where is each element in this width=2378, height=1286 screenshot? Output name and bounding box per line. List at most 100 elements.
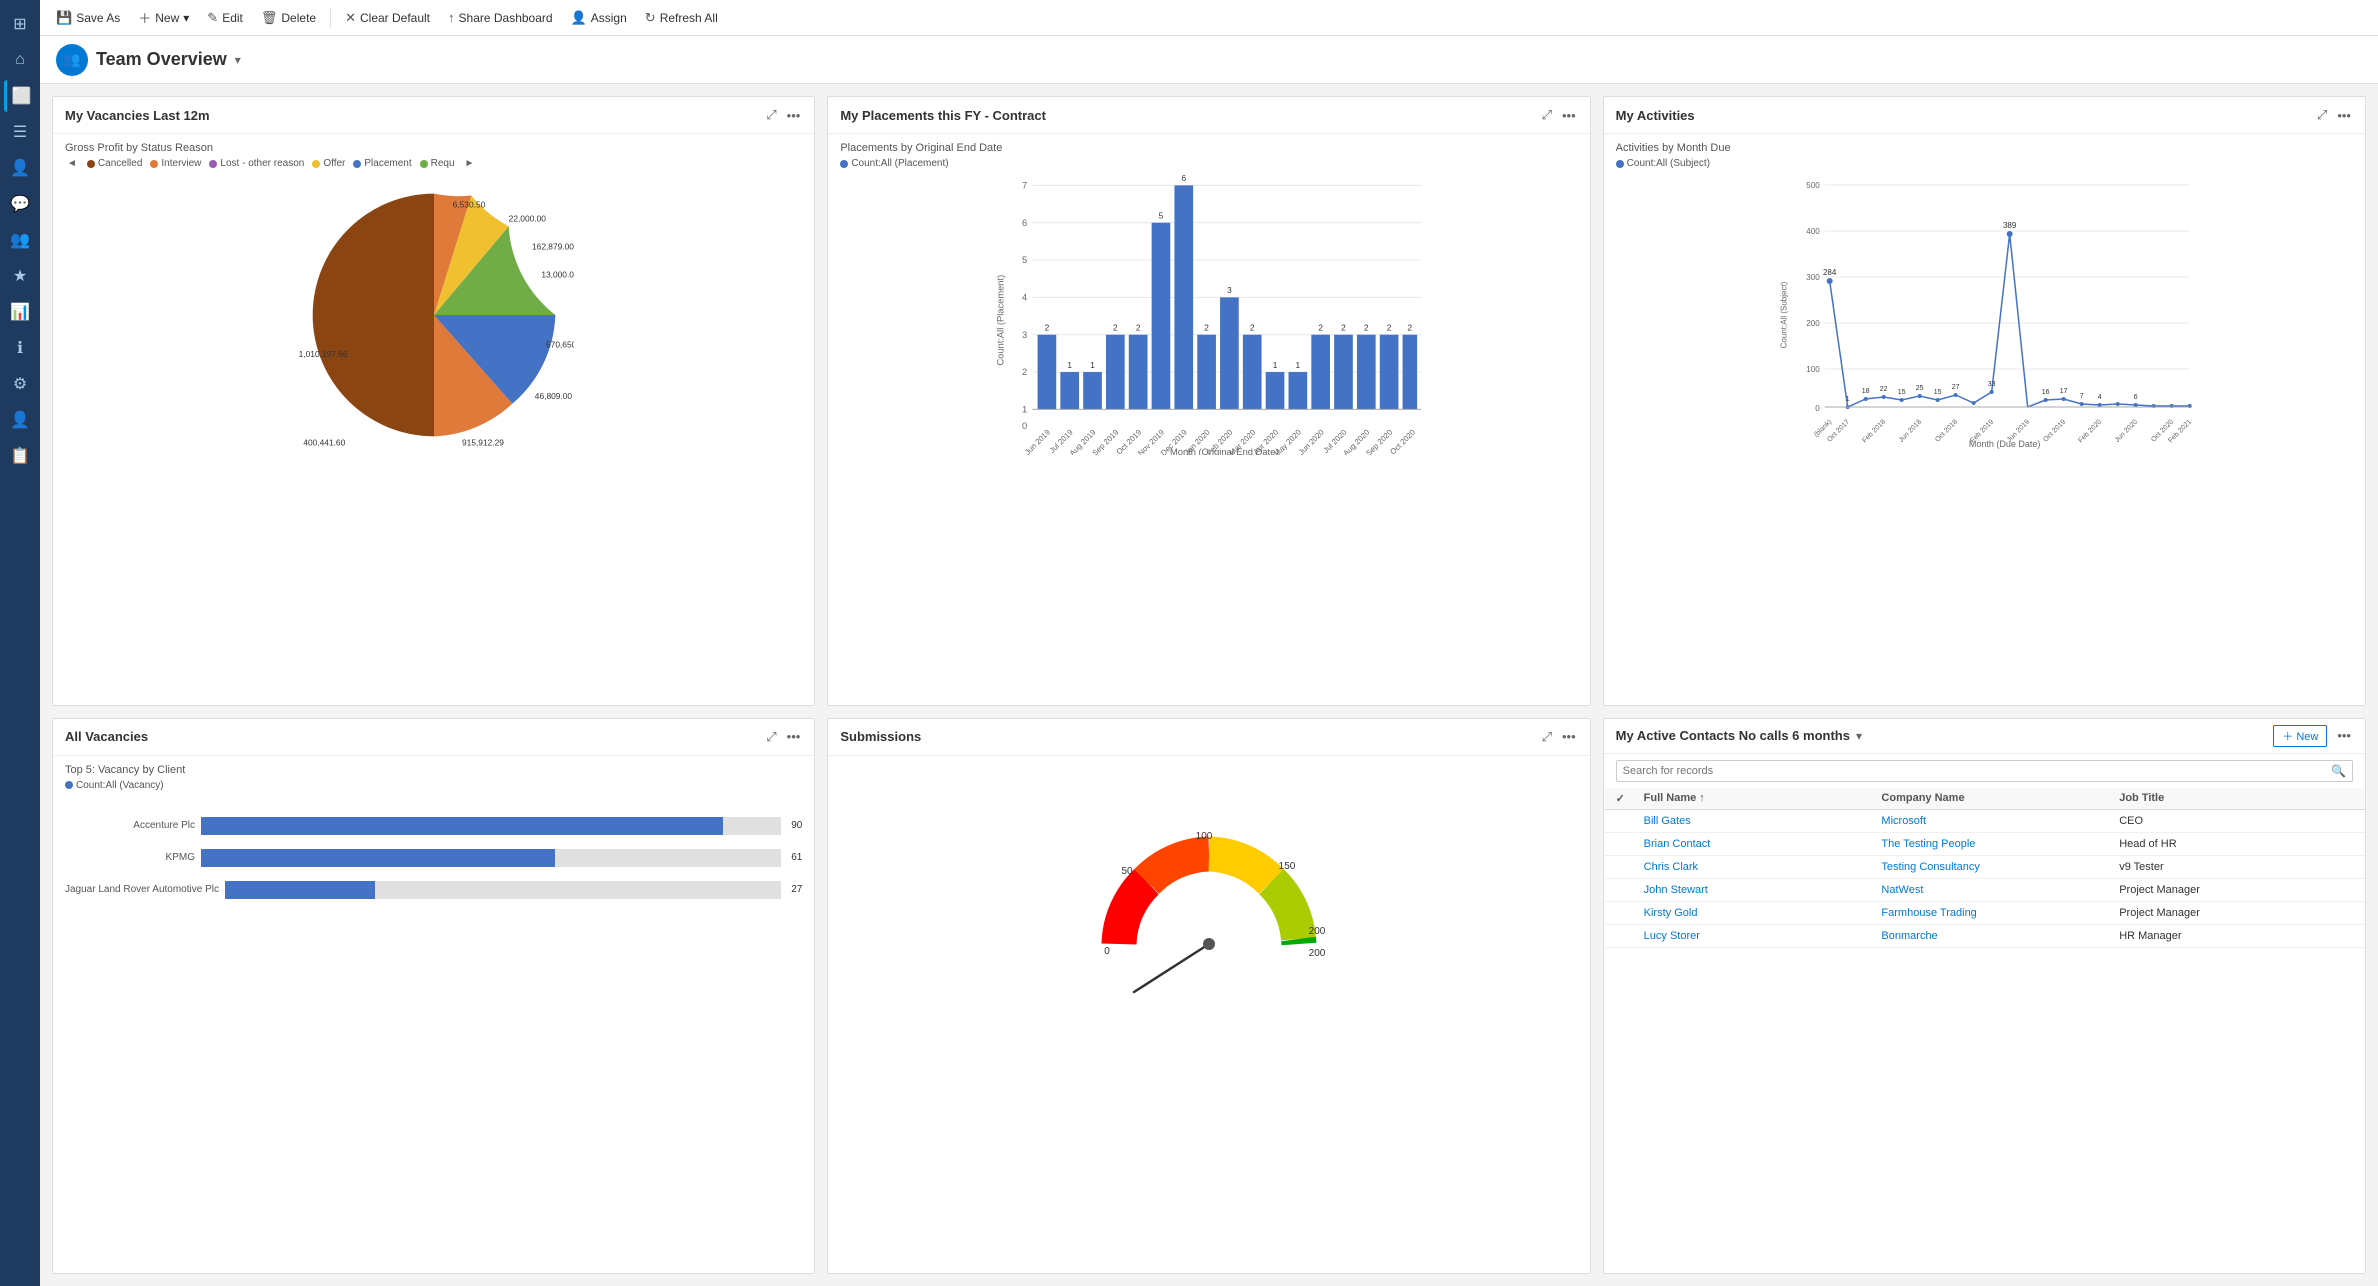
point-dec2019[interactable] bbox=[2079, 402, 2083, 406]
delete-button[interactable]: 🗑 Delete bbox=[253, 6, 324, 30]
sidebar-icon-chat[interactable]: 💬 bbox=[4, 188, 36, 220]
table-row[interactable]: Kirsty Gold Farmhouse Trading Project Ma… bbox=[1604, 902, 2365, 925]
sidebar-icon-reports[interactable]: 📋 bbox=[4, 440, 36, 472]
pie-label-4: 13,000.00 bbox=[541, 270, 574, 280]
sidebar-icon-chart[interactable]: 📊 bbox=[4, 296, 36, 328]
contacts-title-dropdown[interactable]: ▾ bbox=[1856, 729, 1862, 743]
widget-submissions-menu[interactable]: ••• bbox=[1560, 727, 1578, 746]
point-blank[interactable] bbox=[1826, 278, 1832, 284]
bar-nov2019[interactable] bbox=[1152, 223, 1171, 410]
point-aug2018[interactable] bbox=[1935, 398, 1939, 402]
point-apr2020[interactable] bbox=[2115, 402, 2119, 406]
contact-company-6[interactable]: Bonmarche bbox=[1881, 930, 2115, 942]
bar-jun2019[interactable] bbox=[1038, 335, 1057, 410]
widget-submissions-expand[interactable]: ⤢ bbox=[1540, 727, 1554, 747]
widget-all-vacancies-menu[interactable]: ••• bbox=[785, 727, 803, 746]
contact-company-4[interactable]: NatWest bbox=[1881, 884, 2115, 896]
widget-vacancies-menu[interactable]: ••• bbox=[785, 106, 803, 125]
save-as-button[interactable]: 💾 Save As bbox=[48, 6, 128, 30]
table-row[interactable]: John Stewart NatWest Project Manager bbox=[1604, 879, 2365, 902]
point-oct2019[interactable] bbox=[2061, 397, 2065, 401]
chart-legend-vacancies: ◄ Cancelled Interview Lost - other reaso… bbox=[65, 158, 802, 169]
legend-prev[interactable]: ◄ bbox=[65, 158, 79, 169]
sidebar-icon-home[interactable]: ⌂ bbox=[4, 44, 36, 76]
contact-company-2[interactable]: The Testing People bbox=[1881, 838, 2115, 850]
widget-activities-menu[interactable]: ••• bbox=[2335, 106, 2353, 125]
sidebar-icon-contacts[interactable]: 👤 bbox=[4, 152, 36, 184]
bar-jun2020[interactable] bbox=[1312, 335, 1331, 410]
bar-feb2020[interactable] bbox=[1220, 297, 1239, 409]
bar-apr2020[interactable] bbox=[1266, 372, 1285, 409]
contact-name-6[interactable]: Lucy Storer bbox=[1644, 930, 1878, 942]
contacts-menu[interactable]: ••• bbox=[2335, 726, 2353, 745]
sidebar-icon-list[interactable]: ☰ bbox=[4, 116, 36, 148]
point-apr2019[interactable] bbox=[2006, 231, 2012, 237]
sidebar-icon-dashboard[interactable]: ⬜ bbox=[4, 80, 36, 112]
contacts-search-input[interactable] bbox=[1623, 765, 2327, 777]
bar-sep2020[interactable] bbox=[1380, 335, 1399, 410]
bar-dec2019[interactable] bbox=[1175, 185, 1194, 409]
contact-company-5[interactable]: Farmhouse Trading bbox=[1881, 907, 2115, 919]
share-dashboard-button[interactable]: ↑ Share Dashboard bbox=[440, 6, 561, 29]
bar-jan2020[interactable] bbox=[1198, 335, 1217, 410]
table-header-jobtitle[interactable]: Job Title bbox=[2119, 792, 2353, 805]
contact-name-2[interactable]: Brian Contact bbox=[1644, 838, 1878, 850]
point-feb2020[interactable] bbox=[2097, 403, 2101, 407]
bar-aug2019[interactable] bbox=[1084, 372, 1103, 409]
new-button[interactable]: ＋ New ▾ bbox=[130, 4, 197, 31]
legend-dot-cancelled bbox=[87, 160, 95, 168]
table-header-company[interactable]: Company Name bbox=[1881, 792, 2115, 805]
point-feb2019[interactable] bbox=[1989, 390, 1993, 394]
sidebar-icon-apps[interactable]: ⊞ bbox=[4, 8, 36, 40]
widget-placements-menu[interactable]: ••• bbox=[1560, 106, 1578, 125]
clear-default-button[interactable]: ✕ Clear Default bbox=[337, 6, 438, 30]
point-apr2018[interactable] bbox=[1899, 398, 1903, 402]
edit-button[interactable]: ✎ Edit bbox=[199, 6, 251, 30]
widget-activities-expand[interactable]: ⤢ bbox=[2315, 105, 2329, 125]
contacts-new-button[interactable]: ＋ New bbox=[2273, 725, 2327, 747]
point-dec2018[interactable] bbox=[1971, 401, 1975, 405]
bar-sep2019[interactable] bbox=[1106, 335, 1125, 410]
refresh-all-button[interactable]: ↻ Refresh All bbox=[637, 6, 726, 30]
contact-name-5[interactable]: Kirsty Gold bbox=[1644, 907, 1878, 919]
assign-button[interactable]: 👤 Assign bbox=[563, 6, 635, 30]
contact-name-3[interactable]: Chris Clark bbox=[1644, 861, 1878, 873]
bar-aug2020[interactable] bbox=[1357, 335, 1376, 410]
y-label-2: 2 bbox=[1022, 367, 1027, 377]
point-feb2018[interactable] bbox=[1881, 395, 1885, 399]
point-aug2019[interactable] bbox=[2043, 398, 2047, 402]
contact-company-1[interactable]: Microsoft bbox=[1881, 815, 2115, 827]
bar-oct2019[interactable] bbox=[1129, 335, 1148, 410]
point-jun2018[interactable] bbox=[1917, 394, 1921, 398]
point-oct2018[interactable] bbox=[1953, 393, 1957, 397]
widget-all-vacancies-expand[interactable]: ⤢ bbox=[764, 727, 778, 747]
title-dropdown-icon[interactable]: ▾ bbox=[235, 53, 241, 67]
bar-mar2020[interactable] bbox=[1243, 335, 1262, 410]
pie-label-9: 1,010,197.66 bbox=[298, 349, 347, 359]
new-dropdown-icon: ▾ bbox=[183, 11, 189, 25]
bar-jul2019[interactable] bbox=[1061, 372, 1080, 409]
sidebar-icon-user[interactable]: 👤 bbox=[4, 404, 36, 436]
table-row[interactable]: Brian Contact The Testing People Head of… bbox=[1604, 833, 2365, 856]
x-act-label-9: Feb 2020 bbox=[2077, 419, 2103, 445]
legend-next[interactable]: ► bbox=[463, 158, 477, 169]
table-row[interactable]: Bill Gates Microsoft CEO bbox=[1604, 810, 2365, 833]
pie-slice-cancelled[interactable] bbox=[312, 194, 433, 437]
sidebar-icon-settings[interactable]: ⚙ bbox=[4, 368, 36, 400]
point-dec2017[interactable] bbox=[1863, 397, 1867, 401]
contact-name-4[interactable]: John Stewart bbox=[1644, 884, 1878, 896]
bar-may2020[interactable] bbox=[1289, 372, 1308, 409]
table-row[interactable]: Lucy Storer Bonmarche HR Manager bbox=[1604, 925, 2365, 948]
bar-oct2020[interactable] bbox=[1403, 335, 1418, 410]
contact-company-3[interactable]: Testing Consultancy bbox=[1881, 861, 2115, 873]
table-row[interactable]: Chris Clark Testing Consultancy v9 Teste… bbox=[1604, 856, 2365, 879]
widget-vacancies-expand[interactable]: ⤢ bbox=[764, 105, 778, 125]
sidebar-icon-info[interactable]: ℹ bbox=[4, 332, 36, 364]
widget-placements-expand[interactable]: ⤢ bbox=[1540, 105, 1554, 125]
sidebar-icon-star[interactable]: ★ bbox=[4, 260, 36, 292]
table-header-fullname[interactable]: Full Name ↑ bbox=[1644, 792, 1878, 805]
sidebar-icon-team[interactable]: 👥 bbox=[4, 224, 36, 256]
point-jun2020[interactable] bbox=[2133, 403, 2137, 407]
contact-name-1[interactable]: Bill Gates bbox=[1644, 815, 1878, 827]
bar-jul2020[interactable] bbox=[1334, 335, 1353, 410]
